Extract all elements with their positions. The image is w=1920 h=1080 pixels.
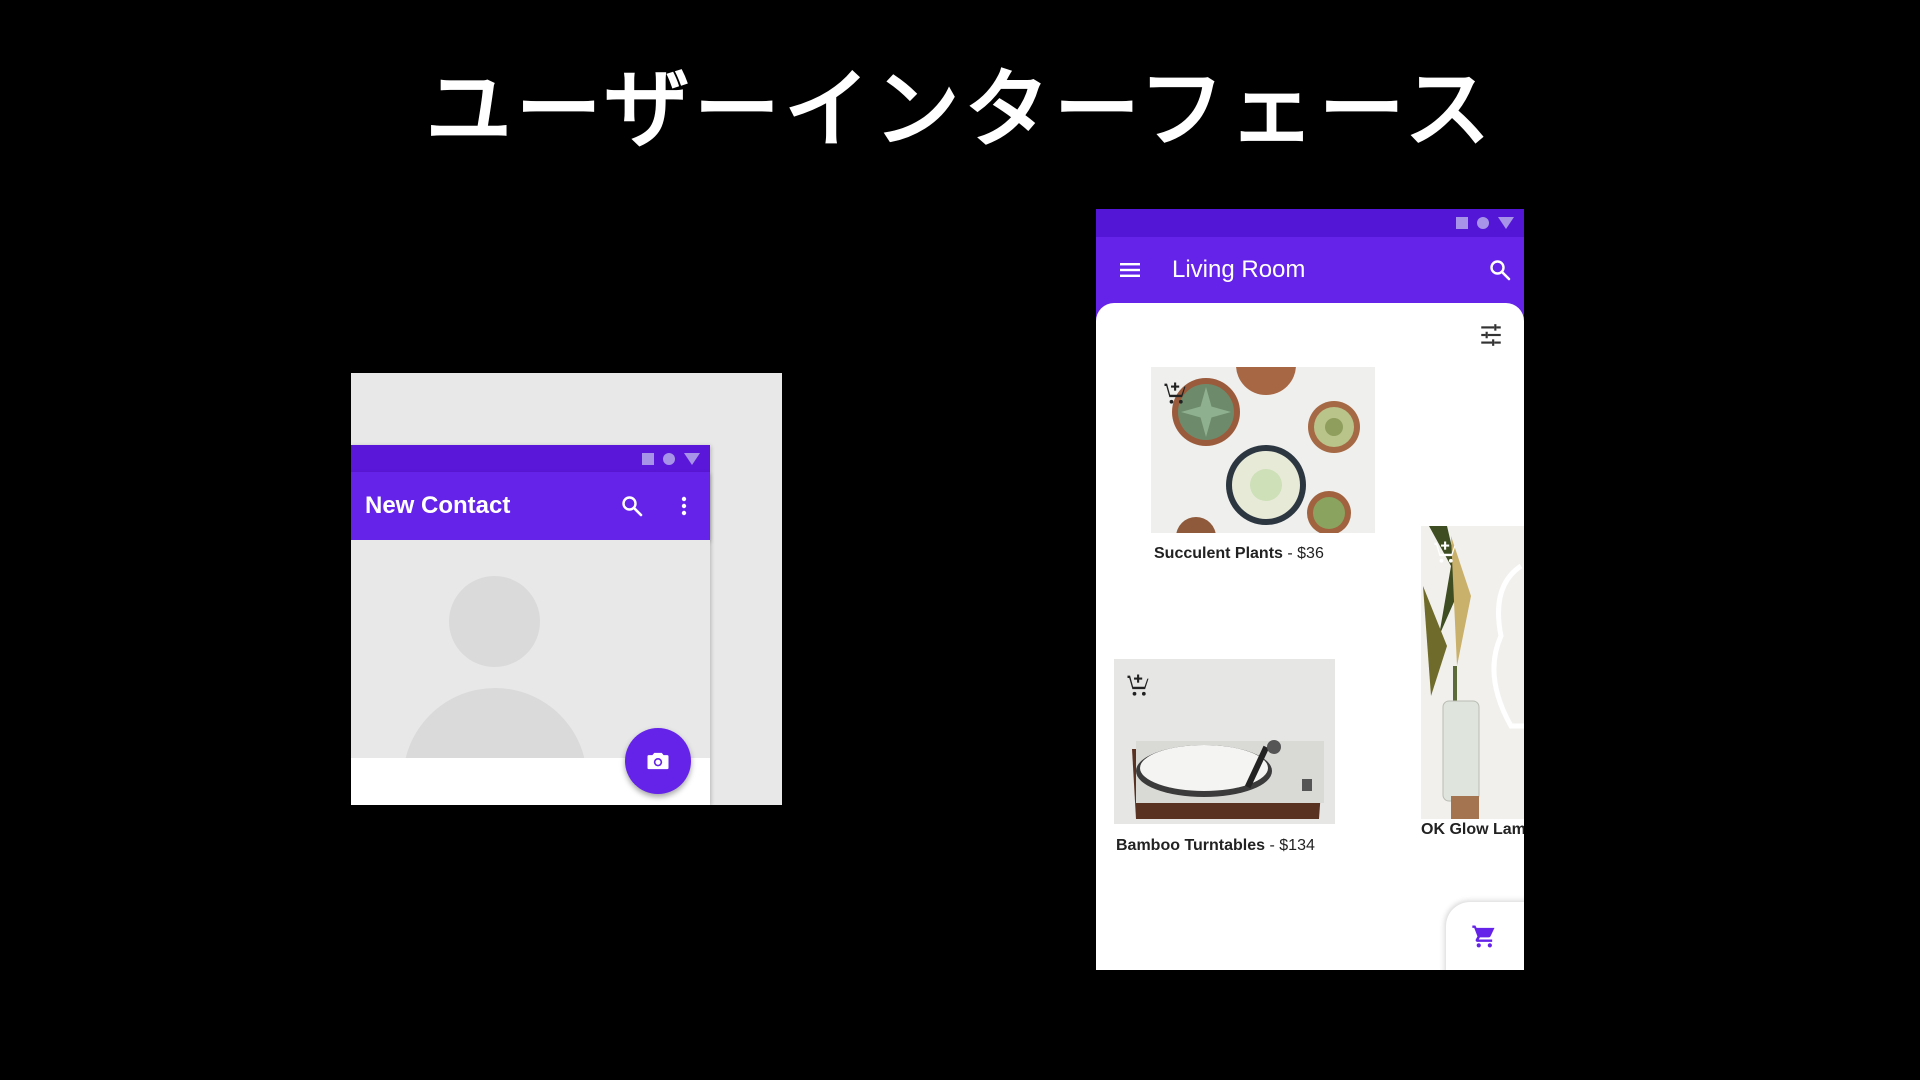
product-label-succulents: Succulent Plants - $36 [1154,545,1324,562]
more-vert-icon[interactable] [670,492,698,520]
product-image-succulents[interactable] [1151,367,1375,533]
add-to-cart-icon[interactable] [1161,379,1189,407]
status-triangle-icon [684,452,700,465]
menu-icon[interactable] [1116,256,1144,284]
avatar-body [403,688,587,758]
status-bar [351,445,710,472]
tune-icon[interactable] [1476,320,1506,350]
product-price: $134 [1279,837,1315,854]
product-name: Succulent Plants [1154,545,1283,562]
search-icon[interactable] [618,492,646,520]
contact-mockup-frame: New Contact [351,373,782,805]
page-title: Living Room [1172,256,1306,283]
slide-title: ユーザーインターフェース [425,59,1495,160]
shop-app-bar: Living Room [1096,237,1524,303]
product-label-turntable: Bamboo Turntables - $134 [1116,837,1315,854]
status-circle-icon [1477,217,1489,229]
contact-photo-placeholder [351,540,710,758]
product-image-turntable[interactable] [1114,659,1335,824]
page-title: New Contact [365,492,511,519]
add-photo-button[interactable] [625,728,691,794]
status-square-icon [642,452,654,465]
product-sheet: Succulent Plants - $36 Bamboo Turntables… [1096,303,1524,970]
shopping-cart-icon [1472,925,1495,948]
contact-app-bar: New Contact [351,472,710,540]
product-image-lamp[interactable] [1421,526,1524,819]
search-icon[interactable] [1486,256,1514,284]
shop-phone: Living Room Succulent Plants - $36 Bambo… [1096,209,1524,970]
contact-phone: New Contact [351,445,710,805]
status-square-icon [1456,217,1468,229]
status-circle-icon [663,452,675,465]
add-to-cart-icon[interactable] [1124,671,1152,699]
product-name: Bamboo Turntables [1116,837,1266,854]
add-to-cart-icon[interactable] [1431,538,1459,566]
avatar-head [449,576,540,667]
product-price: $36 [1297,545,1324,562]
status-triangle-icon [1498,217,1514,229]
camera-icon [647,752,669,770]
product-name: OK Glow Lam [1421,821,1524,838]
cart-button[interactable] [1446,902,1524,970]
product-label-lamp: OK Glow Lam [1421,821,1524,839]
status-bar [1096,209,1524,237]
